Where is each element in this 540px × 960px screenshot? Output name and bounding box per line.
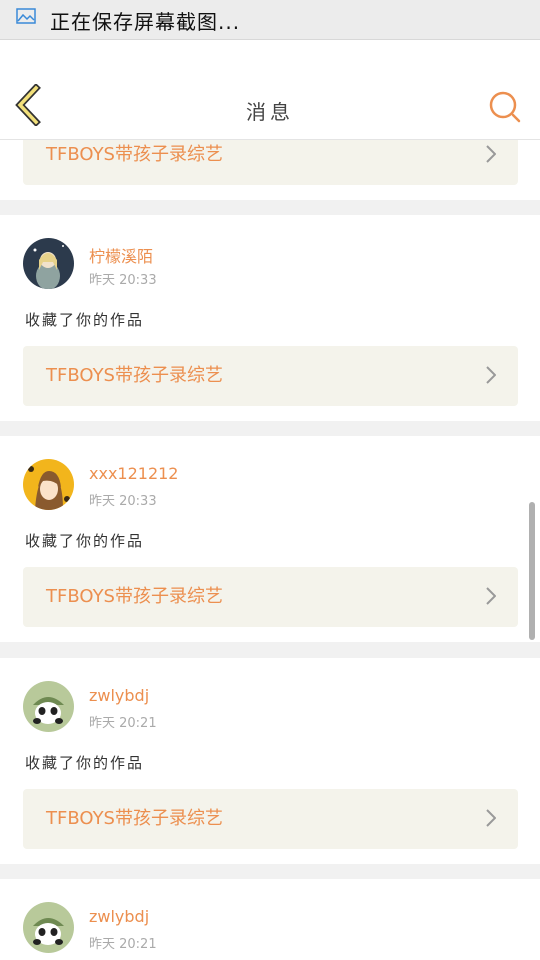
- username[interactable]: 柠檬溪陌: [89, 243, 153, 267]
- chevron-right-icon: [486, 587, 496, 605]
- work-card[interactable]: TFBOYS带孩子录综艺: [23, 346, 518, 406]
- username[interactable]: xxx121212: [89, 464, 178, 483]
- list-item: 柠檬溪陌 昨天 20:33 收藏了你的作品 TFBOYS带孩子录综艺: [0, 215, 540, 421]
- chevron-right-icon: [486, 809, 496, 827]
- work-title: TFBOYS带孩子录综艺: [46, 808, 223, 829]
- status-bar: 正在保存屏幕截图...: [0, 0, 540, 40]
- chevron-right-icon: [486, 145, 496, 163]
- work-title: TFBOYS带孩子录综艺: [46, 144, 223, 165]
- status-text: 正在保存屏幕截图...: [50, 10, 241, 34]
- avatar[interactable]: [23, 238, 74, 289]
- avatar[interactable]: [23, 681, 74, 732]
- work-card[interactable]: TFBOYS带孩子录综艺: [23, 140, 518, 185]
- work-card[interactable]: TFBOYS带孩子录综艺: [23, 789, 518, 849]
- action-text: 收藏了你的作品: [25, 311, 145, 329]
- action-text: 收藏了你的作品: [25, 754, 145, 772]
- list-item: TFBOYS带孩子录综艺: [0, 140, 540, 200]
- username[interactable]: zwlybdj: [89, 907, 149, 926]
- username[interactable]: zwlybdj: [89, 686, 149, 705]
- list-item: zwlybdj 昨天 20:21 收藏了你的作品 TFBOYS带孩子录综艺: [0, 658, 540, 864]
- list-item: zwlybdj 昨天 20:21: [0, 879, 540, 960]
- timestamp: 昨天 20:33: [89, 273, 157, 288]
- timestamp: 昨天 20:21: [89, 937, 157, 952]
- work-title: TFBOYS带孩子录综艺: [46, 365, 223, 386]
- chevron-right-icon: [486, 366, 496, 384]
- message-list[interactable]: TFBOYS带孩子录综艺 柠檬溪陌 昨天 20:33 收藏了你的作品 TFBOY…: [0, 140, 540, 960]
- avatar[interactable]: [23, 902, 74, 953]
- screenshot-icon: [16, 8, 36, 24]
- work-title: TFBOYS带孩子录综艺: [46, 586, 223, 607]
- avatar[interactable]: [23, 459, 74, 510]
- timestamp: 昨天 20:33: [89, 494, 157, 509]
- page-title: 消息: [246, 100, 294, 124]
- header: 消息: [0, 40, 540, 140]
- work-card[interactable]: TFBOYS带孩子录综艺: [23, 567, 518, 627]
- timestamp: 昨天 20:21: [89, 716, 157, 731]
- list-item: xxx121212 昨天 20:33 收藏了你的作品 TFBOYS带孩子录综艺: [0, 436, 540, 642]
- scrollbar[interactable]: [529, 502, 535, 640]
- search-icon[interactable]: [488, 90, 522, 124]
- action-text: 收藏了你的作品: [25, 532, 145, 550]
